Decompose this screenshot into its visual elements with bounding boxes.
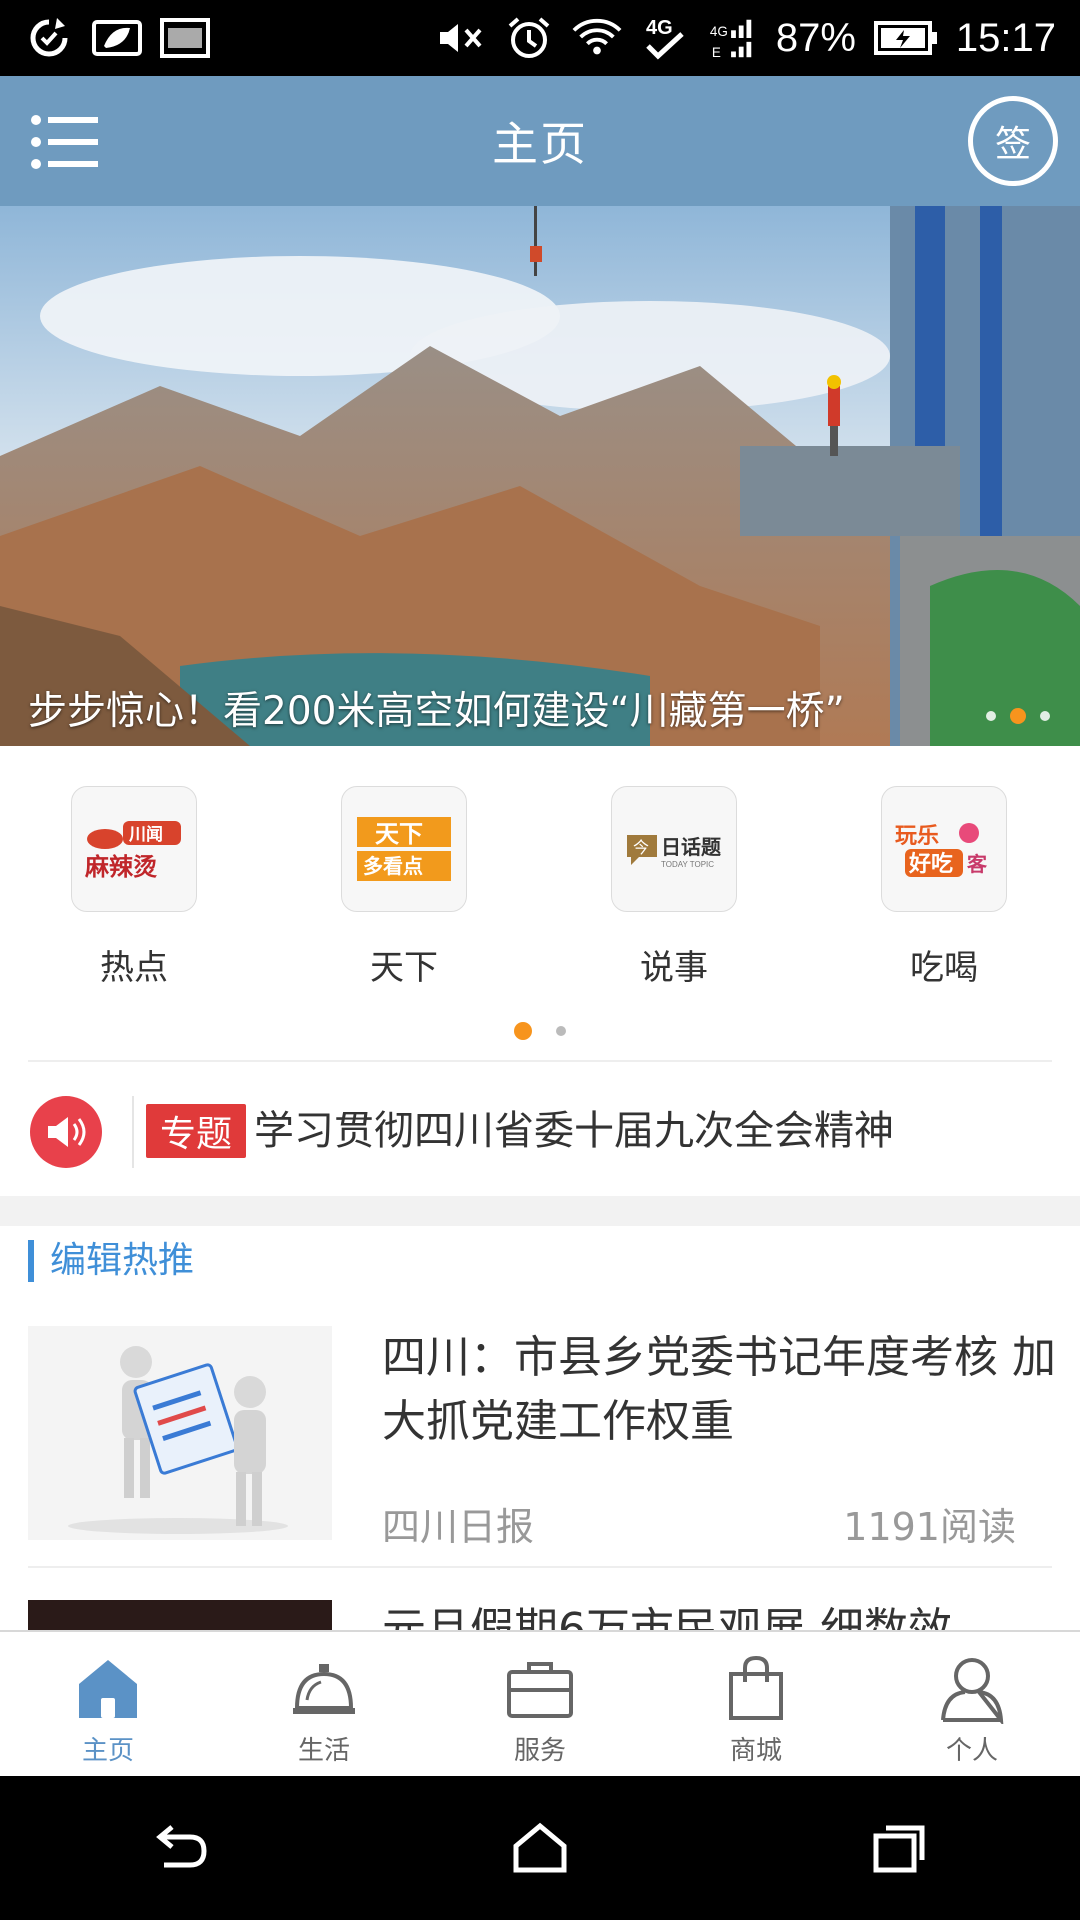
banner-dot	[1040, 711, 1050, 721]
leaf-icon	[92, 17, 142, 59]
article-source: 四川日报	[382, 1505, 535, 1549]
svg-text:好吃: 好吃	[908, 851, 953, 877]
tab-label: 商城	[729, 1736, 782, 1766]
category-dot	[556, 1026, 566, 1036]
svg-text:天下: 天下	[375, 820, 423, 848]
topic-separator	[132, 1096, 134, 1168]
section-title: 编辑热推	[28, 1240, 194, 1282]
topic-text[interactable]: 学习贯彻四川省委十届九次全会精神	[254, 1104, 894, 1158]
banner-carousel[interactable]: 步步惊心！看200米高空如何建设“川藏第一桥”	[0, 206, 1080, 746]
svg-text:E: E	[712, 45, 721, 60]
article-thumbnail	[28, 1600, 332, 1630]
tab-profile[interactable]: 个人	[864, 1632, 1080, 1776]
4g-icon: 4G	[640, 17, 690, 60]
svg-text:4G: 4G	[710, 24, 728, 39]
hot-news-logo: 川闻 麻辣烫	[71, 786, 197, 912]
sign-in-button[interactable]: 签	[968, 96, 1058, 186]
app-header: 主页 签	[0, 76, 1080, 206]
status-bar: 4G 4G E 87% 15:17	[0, 0, 1080, 76]
tab-label: 个人	[945, 1736, 998, 1766]
svg-text:日话题: 日话题	[661, 835, 722, 859]
system-nav-bar	[0, 1776, 1080, 1920]
article-title: 四川：市县乡党委书记年度考核 加大抓党建工作权重	[382, 1332, 1056, 1447]
tab-label: 主页	[81, 1736, 134, 1766]
category-label: 说事	[640, 948, 708, 988]
article-title: 元旦假期6万市民观展 细数效	[382, 1604, 952, 1630]
battery-percent: 87%	[775, 15, 856, 60]
banner-pagination	[986, 708, 1050, 724]
battery-icon	[873, 17, 938, 59]
category-pagination	[0, 1022, 1080, 1040]
back-button[interactable]	[135, 1803, 225, 1893]
banner-image	[0, 206, 1080, 746]
menu-icon	[31, 115, 98, 169]
mute-icon	[436, 17, 486, 59]
category-world[interactable]: 天下 多看点 天下	[294, 786, 514, 989]
category-hot[interactable]: 川闻 麻辣烫 热点	[24, 786, 244, 989]
svg-text:TODAY TOPIC: TODAY TOPIC	[661, 860, 714, 869]
page-title: 主页	[492, 117, 588, 171]
speaker-icon	[30, 1096, 102, 1168]
tab-mall[interactable]: 商城	[648, 1632, 864, 1776]
briefcase-icon	[507, 1662, 573, 1718]
svg-text:多看点: 多看点	[363, 854, 423, 878]
bottom-tab-bar: 主页 生活 服务 商城 个人	[0, 1630, 1080, 1776]
svg-text:玩乐: 玩乐	[895, 824, 939, 849]
svg-text:今: 今	[633, 838, 649, 857]
shopping-bag-icon	[729, 1655, 783, 1720]
world-logo: 天下 多看点	[341, 786, 467, 912]
tab-services[interactable]: 服务	[432, 1632, 648, 1776]
category-label: 天下	[370, 948, 438, 988]
menu-button[interactable]	[30, 114, 100, 170]
category-grid: 川闻 麻辣烫 热点 天下 多看点 天下 今 日话题 TODAY TOPIC 说事…	[0, 746, 1080, 1040]
home-outline-icon	[513, 1822, 567, 1873]
wifi-icon	[572, 17, 622, 59]
article-item[interactable]: 四川：市县乡党委书记年度考核 加大抓党建工作权重 四川日报 1191阅读	[28, 1326, 1056, 1549]
banner-caption: 步步惊心！看200米高空如何建设“川藏第一桥”	[28, 689, 845, 734]
svg-text:川闻: 川闻	[128, 824, 163, 845]
image-icon	[160, 17, 210, 59]
alarm-icon	[504, 17, 554, 59]
recents-button[interactable]	[855, 1803, 945, 1893]
clock: 15:17	[955, 15, 1056, 60]
svg-text:客: 客	[966, 852, 988, 876]
back-icon	[156, 1825, 207, 1868]
article-reads: 1191阅读	[843, 1505, 1016, 1549]
person-icon	[941, 1658, 1004, 1724]
article-item[interactable]: 元旦假期6万市民观展 细数效	[28, 1600, 1052, 1630]
sync-icon	[24, 17, 74, 59]
sign-in-label: 签	[994, 124, 1031, 165]
article-thumbnail	[28, 1326, 332, 1540]
topic-ticker[interactable]: 专题 学习贯彻四川省委十届九次全会精神	[0, 1060, 1080, 1200]
topic-tag: 专题	[146, 1104, 247, 1158]
svg-text:麻辣烫: 麻辣烫	[84, 853, 157, 881]
food-logo: 玩乐 好吃 客	[881, 786, 1007, 912]
category-label: 热点	[100, 948, 168, 988]
tab-label: 服务	[513, 1736, 566, 1766]
topic-logo: 今 日话题 TODAY TOPIC	[611, 786, 737, 912]
tab-home[interactable]: 主页	[0, 1632, 216, 1776]
banner-dot-active	[1010, 708, 1026, 724]
tab-life[interactable]: 生活	[216, 1632, 432, 1776]
home-button[interactable]	[495, 1803, 585, 1893]
category-dot-active	[514, 1022, 532, 1040]
category-food[interactable]: 玩乐 好吃 客 吃喝	[834, 786, 1054, 989]
tab-label: 生活	[297, 1736, 350, 1766]
svg-text:4G: 4G	[646, 17, 673, 39]
signal-icon: 4G E	[708, 17, 758, 60]
app-root: 4G 4G E 87% 15:17 主页 签 步步惊心！看200米高空如何建设“…	[0, 0, 1080, 1920]
service-bell-icon	[293, 1664, 355, 1714]
category-label: 吃喝	[910, 948, 978, 988]
recents-icon	[873, 1825, 925, 1873]
section-gap	[0, 1196, 1080, 1226]
divider	[28, 1566, 1052, 1568]
home-icon	[79, 1660, 137, 1718]
category-talk[interactable]: 今 日话题 TODAY TOPIC 说事	[564, 786, 784, 989]
banner-dot	[986, 711, 996, 721]
